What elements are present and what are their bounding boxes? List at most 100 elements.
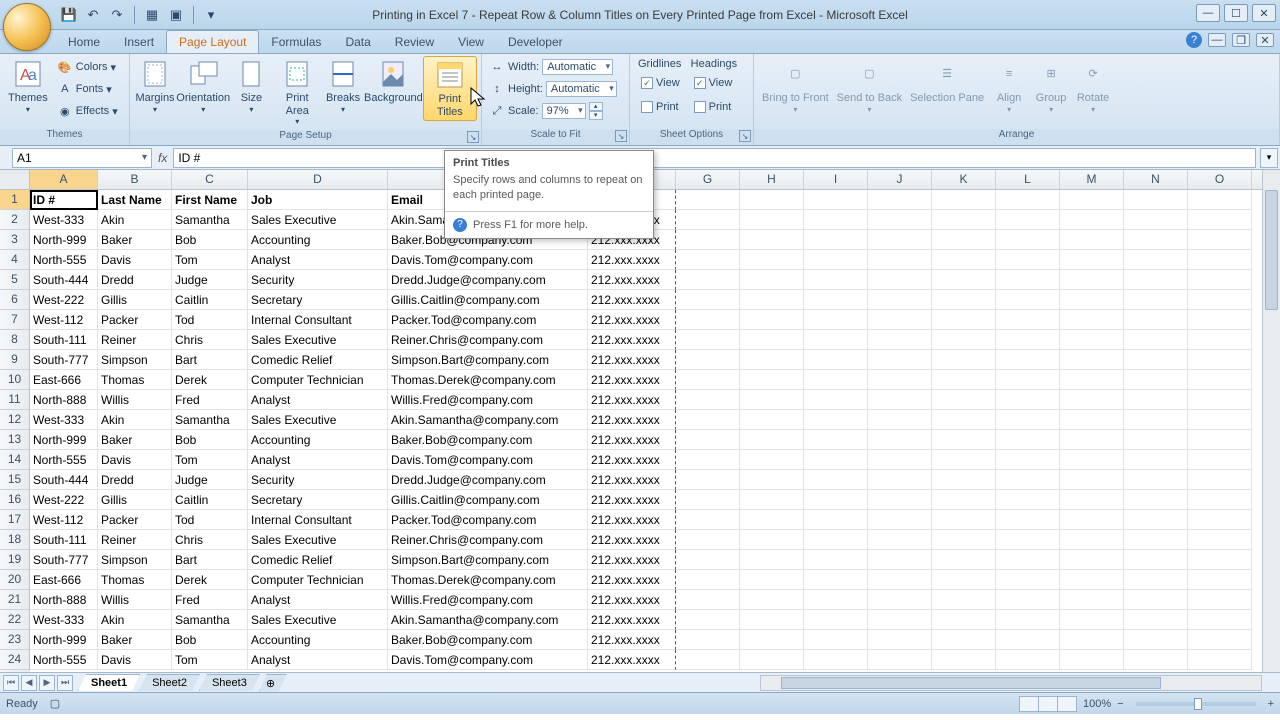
- row-header-19[interactable]: 19: [0, 550, 30, 570]
- cell-M24[interactable]: [1060, 650, 1124, 670]
- cell-L23[interactable]: [996, 630, 1060, 650]
- cell-I20[interactable]: [804, 570, 868, 590]
- cell-C15[interactable]: Judge: [172, 470, 248, 490]
- cell-G8[interactable]: [676, 330, 740, 350]
- cell-N16[interactable]: [1124, 490, 1188, 510]
- cell-A6[interactable]: West-222: [30, 290, 98, 310]
- cell-K6[interactable]: [932, 290, 996, 310]
- cell-L11[interactable]: [996, 390, 1060, 410]
- cell-L1[interactable]: [996, 190, 1060, 210]
- cell-N6[interactable]: [1124, 290, 1188, 310]
- cell-B7[interactable]: Packer: [98, 310, 172, 330]
- cell-B9[interactable]: Simpson: [98, 350, 172, 370]
- cell-N13[interactable]: [1124, 430, 1188, 450]
- cell-B16[interactable]: Gillis: [98, 490, 172, 510]
- row-header-9[interactable]: 9: [0, 350, 30, 370]
- cell-H5[interactable]: [740, 270, 804, 290]
- cell-C20[interactable]: Derek: [172, 570, 248, 590]
- vertical-scrollbar[interactable]: [1262, 170, 1280, 672]
- cell-M6[interactable]: [1060, 290, 1124, 310]
- print-titles-button[interactable]: Print Titles: [423, 56, 477, 121]
- cell-A21[interactable]: North-888: [30, 590, 98, 610]
- cell-C6[interactable]: Caitlin: [172, 290, 248, 310]
- cell-N20[interactable]: [1124, 570, 1188, 590]
- cell-H15[interactable]: [740, 470, 804, 490]
- cell-A14[interactable]: North-555: [30, 450, 98, 470]
- row-header-22[interactable]: 22: [0, 610, 30, 630]
- cell-H8[interactable]: [740, 330, 804, 350]
- cell-B22[interactable]: Akin: [98, 610, 172, 630]
- name-box[interactable]: A1: [12, 148, 152, 168]
- cell-E22[interactable]: Akin.Samantha@company.com: [388, 610, 588, 630]
- fx-icon[interactable]: fx: [158, 151, 167, 165]
- cell-H24[interactable]: [740, 650, 804, 670]
- cell-K15[interactable]: [932, 470, 996, 490]
- cell-E6[interactable]: Gillis.Caitlin@company.com: [388, 290, 588, 310]
- cell-J4[interactable]: [868, 250, 932, 270]
- scale-input[interactable]: 97%: [542, 103, 586, 119]
- cell-D20[interactable]: Computer Technician: [248, 570, 388, 590]
- cell-H7[interactable]: [740, 310, 804, 330]
- cell-M23[interactable]: [1060, 630, 1124, 650]
- cell-G22[interactable]: [676, 610, 740, 630]
- cell-C9[interactable]: Bart: [172, 350, 248, 370]
- cell-C11[interactable]: Fred: [172, 390, 248, 410]
- cell-G23[interactable]: [676, 630, 740, 650]
- cell-K23[interactable]: [932, 630, 996, 650]
- cell-K10[interactable]: [932, 370, 996, 390]
- cell-I15[interactable]: [804, 470, 868, 490]
- cell-L18[interactable]: [996, 530, 1060, 550]
- cell-J18[interactable]: [868, 530, 932, 550]
- cell-G21[interactable]: [676, 590, 740, 610]
- cell-G14[interactable]: [676, 450, 740, 470]
- row-header-2[interactable]: 2: [0, 210, 30, 230]
- cell-N23[interactable]: [1124, 630, 1188, 650]
- cell-B10[interactable]: Thomas: [98, 370, 172, 390]
- size-button[interactable]: Size▾: [230, 56, 272, 116]
- cell-L8[interactable]: [996, 330, 1060, 350]
- theme-colors-button[interactable]: 🎨Colors ▾: [54, 56, 121, 78]
- cell-F10[interactable]: 212.xxx.xxxx: [588, 370, 676, 390]
- cell-A8[interactable]: South-111: [30, 330, 98, 350]
- cell-J24[interactable]: [868, 650, 932, 670]
- cell-E11[interactable]: Willis.Fred@company.com: [388, 390, 588, 410]
- cell-N7[interactable]: [1124, 310, 1188, 330]
- cell-A7[interactable]: West-112: [30, 310, 98, 330]
- tab-view[interactable]: View: [446, 31, 496, 53]
- cell-J17[interactable]: [868, 510, 932, 530]
- cell-B19[interactable]: Simpson: [98, 550, 172, 570]
- cell-O9[interactable]: [1188, 350, 1252, 370]
- cell-D17[interactable]: Internal Consultant: [248, 510, 388, 530]
- row-header-7[interactable]: 7: [0, 310, 30, 330]
- cell-G5[interactable]: [676, 270, 740, 290]
- tab-developer[interactable]: Developer: [496, 31, 575, 53]
- breaks-button[interactable]: Breaks▾: [322, 56, 364, 116]
- cell-N12[interactable]: [1124, 410, 1188, 430]
- cell-G19[interactable]: [676, 550, 740, 570]
- cell-G12[interactable]: [676, 410, 740, 430]
- cell-J13[interactable]: [868, 430, 932, 450]
- cell-E15[interactable]: Dredd.Judge@company.com: [388, 470, 588, 490]
- cell-N8[interactable]: [1124, 330, 1188, 350]
- cell-D2[interactable]: Sales Executive: [248, 210, 388, 230]
- cell-E9[interactable]: Simpson.Bart@company.com: [388, 350, 588, 370]
- cell-E7[interactable]: Packer.Tod@company.com: [388, 310, 588, 330]
- sheet-nav-first[interactable]: ⏮: [3, 675, 19, 691]
- cell-N1[interactable]: [1124, 190, 1188, 210]
- cell-A1[interactable]: ID #: [30, 190, 98, 210]
- margins-button[interactable]: Margins▾: [134, 56, 176, 116]
- cell-O6[interactable]: [1188, 290, 1252, 310]
- cell-C17[interactable]: Tod: [172, 510, 248, 530]
- cell-E10[interactable]: Thomas.Derek@company.com: [388, 370, 588, 390]
- qat-customize-icon[interactable]: ▾: [202, 6, 220, 24]
- cell-M19[interactable]: [1060, 550, 1124, 570]
- row-header-23[interactable]: 23: [0, 630, 30, 650]
- cell-L3[interactable]: [996, 230, 1060, 250]
- cell-D18[interactable]: Sales Executive: [248, 530, 388, 550]
- sheet-nav-prev[interactable]: ◀: [21, 675, 37, 691]
- cell-M18[interactable]: [1060, 530, 1124, 550]
- cell-J23[interactable]: [868, 630, 932, 650]
- print-area-button[interactable]: Print Area▾: [272, 56, 322, 128]
- cell-L6[interactable]: [996, 290, 1060, 310]
- cell-O21[interactable]: [1188, 590, 1252, 610]
